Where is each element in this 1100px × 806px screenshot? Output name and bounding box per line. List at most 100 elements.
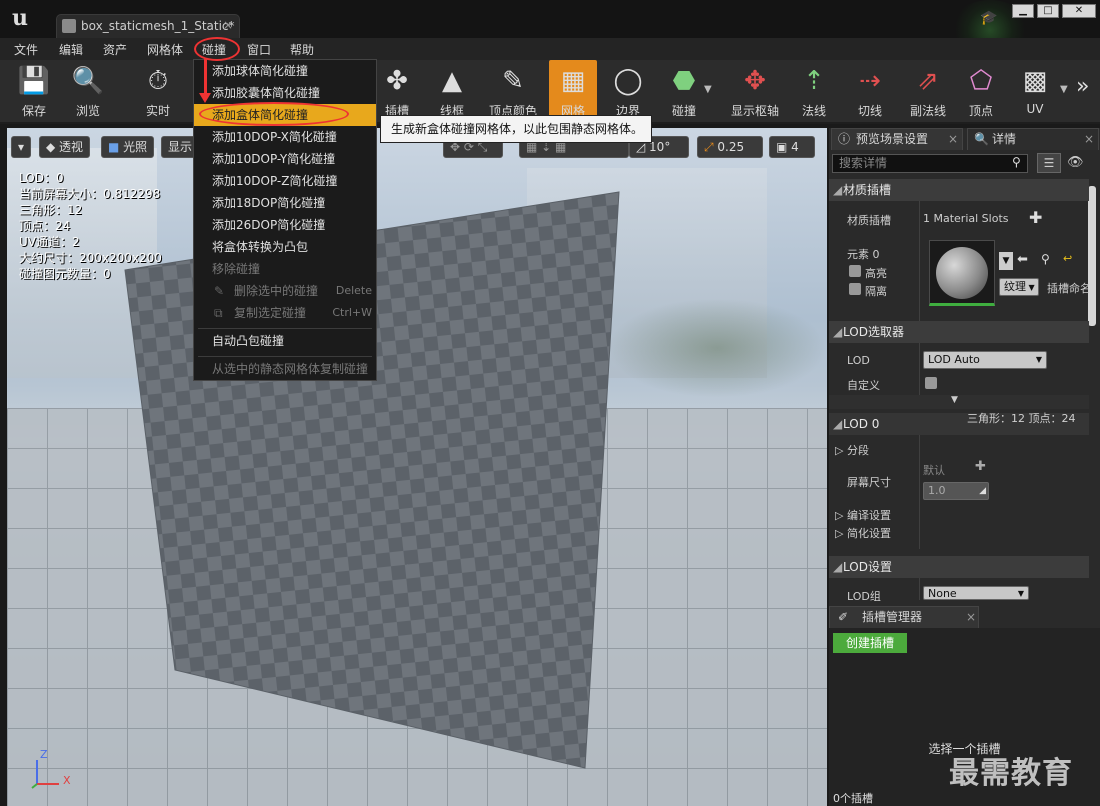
vertices-button[interactable]: ⬠ 顶点: [958, 60, 1004, 122]
collision-button[interactable]: ⬣ 碰撞: [660, 60, 708, 122]
grid-button[interactable]: ▦ 网格: [549, 60, 597, 122]
maximize-button[interactable]: □: [1037, 4, 1059, 18]
socket-pin-icon: ✐: [838, 610, 849, 624]
menu-asset[interactable]: 资产: [103, 41, 127, 58]
lod-group-dropdown[interactable]: None ▼: [923, 586, 1029, 600]
menu-mesh[interactable]: 网格体: [147, 41, 183, 58]
tab-close-icon[interactable]: ×: [948, 129, 958, 150]
tab-preview-scene-settings[interactable]: ⓘ 预览场景设置 ×: [831, 128, 963, 150]
menu-file[interactable]: 文件: [14, 41, 38, 58]
normals-button[interactable]: ⇡ 法线: [790, 60, 838, 122]
magnifier-icon: 🔍: [974, 132, 989, 146]
column-divider: [919, 435, 920, 549]
vertex-color-button[interactable]: ✎ 顶点颜色: [484, 60, 542, 122]
expand-advanced-bar[interactable]: ▼: [829, 395, 1089, 409]
tangents-button[interactable]: ⇢ 切线: [846, 60, 894, 122]
lod-label: LOD: [847, 354, 870, 367]
expand-chevron-icon: ▷: [835, 444, 847, 457]
menu-help[interactable]: 帮助: [290, 41, 314, 58]
socket-count: 0个插槽: [833, 792, 873, 805]
material-slots-count: 1 Material Slots: [923, 212, 1009, 225]
lod-dropdown[interactable]: LOD Auto ▼: [923, 351, 1047, 369]
column-divider: [919, 343, 920, 395]
perspective-button[interactable]: ◆ 透视: [39, 136, 91, 158]
menu-item-duplicate-selected-collision: ⧉ 复制选定碰撞 Ctrl+W: [194, 302, 376, 324]
scale-snap[interactable]: ⤢ 0.25: [697, 136, 763, 158]
wireframe-icon: ▲: [442, 66, 462, 96]
bounds-button[interactable]: ◯ 边界: [604, 60, 652, 122]
menu-item-auto-convex-collision[interactable]: 自动凸包碰撞: [194, 330, 376, 352]
show-pivot-button[interactable]: ✥ 显示枢轴: [724, 60, 786, 122]
preview-viewport[interactable]: ▾ ◆ 透视 ■ 光照 显示 ✥ ⟳ ⤡ ▦ ⇣ ▦ ◿ 10° ⤢ 0.25 …: [7, 128, 827, 806]
annotation-arrow-head-icon: [199, 93, 211, 103]
graduation-cap-icon[interactable]: 🎓: [980, 10, 998, 26]
menu-item-add-10dop-z[interactable]: 添加10DOP-Z简化碰撞: [194, 170, 376, 192]
menu-item-convert-box-to-convex[interactable]: 将盒体转换为凸包: [194, 236, 376, 258]
menu-item-add-26dop[interactable]: 添加26DOP简化碰撞: [194, 214, 376, 236]
material-combo-button[interactable]: ▼: [999, 252, 1013, 270]
build-settings-row[interactable]: ▷ 编译设置: [835, 507, 891, 523]
material-thumbnail[interactable]: [929, 240, 995, 306]
lod-picker-section[interactable]: ◢ LOD选取器: [829, 321, 1089, 343]
perspective-icon: ◆: [46, 140, 60, 154]
tab-title: box_staticmesh_1_Static*: [81, 19, 235, 33]
close-window-button[interactable]: ✕: [1062, 4, 1096, 18]
menu-window[interactable]: 窗口: [247, 41, 271, 58]
viewport-menu-button[interactable]: ▾: [11, 136, 31, 158]
tab-close-icon[interactable]: ×: [1084, 129, 1094, 150]
binormals-button[interactable]: ⇗ 副法线: [902, 60, 954, 122]
texture-dropdown[interactable]: 纹理 ▼: [999, 278, 1039, 296]
menu-item-add-10dop-x[interactable]: 添加10DOP-X简化碰撞: [194, 126, 376, 148]
browse-button[interactable]: 🔍 浏览: [62, 60, 114, 122]
custom-checkbox[interactable]: [925, 377, 937, 389]
uv-dropdown-chevron-icon[interactable]: ▼: [1060, 84, 1068, 95]
view-options-button[interactable]: ☰: [1037, 153, 1061, 173]
menu-item-delete-selected-collision: ✎ 删除选中的碰撞 Delete: [194, 280, 376, 302]
toolbar-more-icon[interactable]: »: [1076, 74, 1089, 99]
realtime-button[interactable]: ⏱ 实时: [132, 60, 184, 122]
menu-item-add-sphere[interactable]: 添加球体简化碰撞: [194, 60, 376, 82]
material-slots-section[interactable]: ◢ 材质插槽: [829, 179, 1089, 201]
resize-handle-icon: ◢: [979, 486, 986, 496]
axis-gizmo-icon: [31, 760, 59, 789]
wireframe-button[interactable]: ▲ 线框: [428, 60, 476, 122]
lod-settings-section[interactable]: ◢ LOD设置: [829, 556, 1089, 578]
asset-editor-tab[interactable]: box_staticmesh_1_Static* ×: [56, 14, 240, 38]
camera-speed[interactable]: ▣ 4: [769, 136, 815, 158]
reset-arrow-icon[interactable]: ↩: [1063, 252, 1072, 265]
menu-separator: [198, 356, 372, 357]
menu-edit[interactable]: 编辑: [59, 41, 83, 58]
menu-item-add-capsule[interactable]: 添加胶囊体简化碰撞: [194, 82, 376, 104]
save-button[interactable]: 💾 保存: [8, 60, 60, 122]
unreal-logo-icon: u: [12, 5, 28, 31]
create-socket-button[interactable]: 创建插槽: [833, 633, 907, 653]
tab-close-icon[interactable]: ×: [223, 18, 233, 32]
tab-details[interactable]: 🔍 详情 ×: [967, 128, 1099, 150]
add-material-slot-icon[interactable]: ✚: [1029, 208, 1042, 227]
tab-close-icon[interactable]: ×: [966, 607, 976, 628]
menu-bar: 文件 编辑 资产 网格体 碰撞 窗口 帮助: [0, 38, 1100, 60]
lit-button[interactable]: ■ 光照: [101, 136, 155, 158]
sections-row[interactable]: ▷ 分段: [835, 442, 869, 458]
use-selected-arrow-icon[interactable]: ⬅: [1017, 252, 1028, 267]
annotation-circle-collision-menu: [194, 37, 240, 61]
reduction-settings-row[interactable]: ▷ 简化设置: [835, 525, 891, 541]
menu-tooltip: 生成新盒体碰撞网格体，以此包围静态网格体。: [380, 115, 652, 143]
sockets-button[interactable]: ✤ 插槽: [373, 60, 421, 122]
browse-asset-icon[interactable]: ⚲: [1041, 252, 1050, 266]
details-scrollbar[interactable]: [1088, 186, 1096, 326]
highlight-checkbox[interactable]: [849, 265, 861, 277]
add-platform-override-icon[interactable]: ✚: [975, 459, 986, 474]
eye-visibility-icon[interactable]: 👁: [1067, 155, 1084, 170]
uv-button[interactable]: ▩ UV: [1012, 60, 1058, 122]
collision-dropdown-chevron-icon[interactable]: ▼: [704, 84, 712, 95]
magnifier-icon: 🔍: [71, 66, 105, 96]
menu-item-add-10dop-y[interactable]: 添加10DOP-Y简化碰撞: [194, 148, 376, 170]
isolate-checkbox[interactable]: [849, 283, 861, 295]
minimize-button[interactable]: ▁: [1012, 4, 1034, 18]
menu-item-add-18dop[interactable]: 添加18DOP简化碰撞: [194, 192, 376, 214]
details-search-input[interactable]: 搜索详情: [832, 154, 1028, 173]
bounds-icon: ◯: [613, 66, 643, 96]
screen-size-input[interactable]: 1.0 ◢: [923, 482, 989, 500]
tab-socket-manager[interactable]: ✐ 插槽管理器 ×: [829, 606, 979, 628]
